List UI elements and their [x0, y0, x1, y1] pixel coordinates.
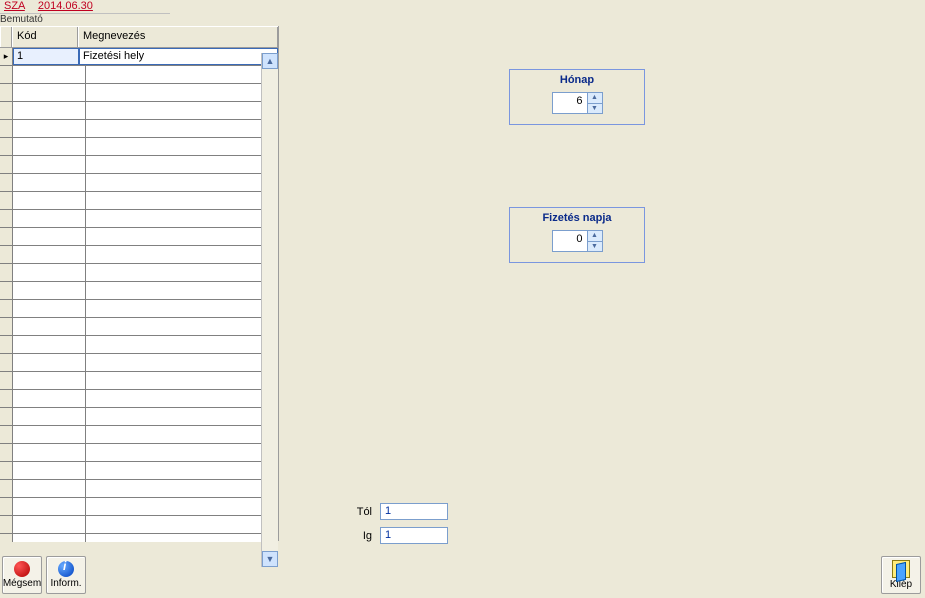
table-row[interactable]	[0, 498, 278, 516]
month-value[interactable]: 6	[553, 93, 587, 113]
table-row[interactable]	[0, 174, 278, 192]
grid-header: Kód Megnevezés	[0, 26, 278, 48]
exit-door-icon	[892, 560, 910, 578]
month-spinner[interactable]: 6 ▲ ▼	[552, 92, 603, 114]
spinner-up-icon[interactable]: ▲	[588, 93, 602, 104]
payday-spinner[interactable]: 0 ▲ ▼	[552, 230, 603, 252]
month-panel-title: Hónap	[510, 70, 644, 86]
table-row[interactable]	[0, 318, 278, 336]
payday-panel-title: Fizetés napja	[510, 208, 644, 224]
table-row[interactable]	[0, 462, 278, 480]
inform-button-label: Inform.	[50, 578, 81, 589]
from-label: Tól	[344, 506, 372, 518]
from-field-row: Tól 1	[344, 503, 448, 520]
table-row[interactable]	[0, 354, 278, 372]
grid-scrollbar[interactable]: ▲ ▼	[261, 53, 278, 567]
table-row[interactable]	[0, 444, 278, 462]
table-row[interactable]	[0, 390, 278, 408]
header-subtitle: Bemutató	[0, 14, 43, 25]
spinner-down-icon[interactable]: ▼	[588, 242, 602, 252]
table-row[interactable]	[0, 516, 278, 534]
table-row[interactable]	[0, 156, 278, 174]
cell-kod[interactable]: 1	[13, 48, 79, 65]
table-row[interactable]	[0, 372, 278, 390]
info-icon	[58, 561, 74, 577]
to-input[interactable]: 1	[380, 527, 448, 544]
table-row[interactable]	[0, 282, 278, 300]
data-grid[interactable]: Kód Megnevezés ▸ 1 Fizetési hely	[0, 26, 279, 541]
grid-col-megnevezes[interactable]: Megnevezés	[78, 27, 278, 47]
cancel-icon	[14, 561, 30, 577]
table-row[interactable]	[0, 120, 278, 138]
table-row[interactable]	[0, 66, 278, 84]
to-field-row: Ig 1	[344, 527, 448, 544]
table-row[interactable]	[0, 300, 278, 318]
table-row[interactable]	[0, 336, 278, 354]
payday-value[interactable]: 0	[553, 231, 587, 251]
table-row[interactable]	[0, 534, 278, 542]
table-row[interactable]	[0, 138, 278, 156]
table-row[interactable]	[0, 102, 278, 120]
table-row[interactable]	[0, 264, 278, 282]
inform-button[interactable]: Inform.	[46, 556, 86, 594]
table-row[interactable]	[0, 246, 278, 264]
header-bar: SZA 2014.06.30	[0, 0, 170, 14]
header-code: SZA	[0, 0, 25, 12]
exit-button[interactable]: Kilép	[881, 556, 921, 594]
cancel-button-label: Mégsem	[3, 578, 41, 589]
spinner-up-icon[interactable]: ▲	[588, 231, 602, 242]
table-row[interactable]	[0, 408, 278, 426]
header-date: 2014.06.30	[34, 0, 93, 12]
table-row[interactable]	[0, 228, 278, 246]
month-panel: Hónap 6 ▲ ▼	[509, 69, 645, 125]
grid-body[interactable]: ▸ 1 Fizetési hely	[0, 48, 278, 542]
table-row[interactable]	[0, 192, 278, 210]
from-input[interactable]: 1	[380, 503, 448, 520]
row-indicator-icon: ▸	[0, 48, 13, 65]
table-row[interactable]	[0, 210, 278, 228]
cancel-button[interactable]: Mégsem	[2, 556, 42, 594]
scroll-up-icon[interactable]: ▲	[262, 53, 278, 69]
cell-megnevezes[interactable]: Fizetési hely	[79, 48, 278, 65]
table-row[interactable]	[0, 84, 278, 102]
grid-col-kod[interactable]: Kód	[12, 27, 78, 47]
table-row[interactable]	[0, 480, 278, 498]
table-row[interactable]	[0, 426, 278, 444]
table-row[interactable]: ▸ 1 Fizetési hely	[0, 48, 278, 66]
to-label: Ig	[344, 530, 372, 542]
spinner-down-icon[interactable]: ▼	[588, 104, 602, 114]
payday-panel: Fizetés napja 0 ▲ ▼	[509, 207, 645, 263]
scroll-down-icon[interactable]: ▼	[262, 551, 278, 567]
